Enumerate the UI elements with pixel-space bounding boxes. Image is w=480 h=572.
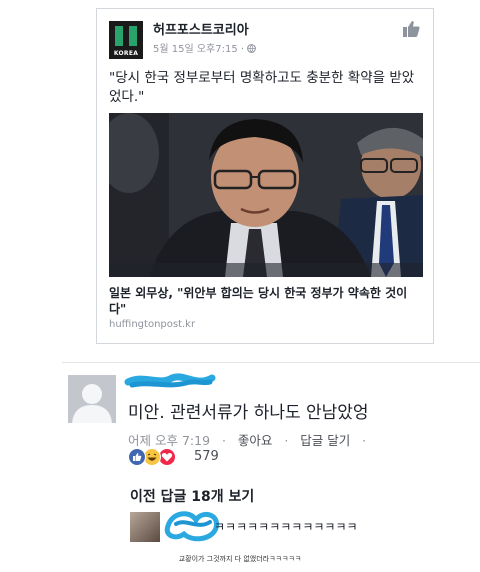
- avatar[interactable]: [68, 375, 116, 423]
- post-timestamp[interactable]: 5월 15일 오후7:15 ·: [153, 44, 247, 55]
- reaction-count: 579: [194, 449, 219, 464]
- logo-text: KOREA: [113, 50, 139, 57]
- link-title[interactable]: 일본 외무상, "위안부 합의는 당시 한국 정부가 약속한 것이다": [109, 285, 423, 317]
- redacted-name-scribble: [124, 373, 216, 388]
- post-quote: "당시 한국 정부로부터 명확하고도 충분한 확약을 받았었다.": [109, 70, 415, 105]
- reaction-summary[interactable]: 579: [128, 446, 328, 468]
- article-photo[interactable]: [109, 113, 423, 277]
- reply-avatar[interactable]: [130, 512, 160, 542]
- page-name[interactable]: 허프포스트코리아: [153, 19, 249, 38]
- globe-icon: [247, 44, 257, 53]
- reply-text: ㅋㅋㅋㅋㅋㅋㅋㅋㅋㅋㅋㅋㅋ: [214, 520, 358, 534]
- shared-post-card: KOREA 허프포스트코리아 5월 15일 오후7:15 · "당시 한국 정부…: [96, 8, 434, 344]
- thumbs-up-icon[interactable]: [401, 19, 421, 39]
- separator-dot: ·: [354, 433, 367, 448]
- view-previous-replies-link[interactable]: 이전 답글 18개 보기: [130, 486, 254, 506]
- logo-mark-icon: [115, 26, 137, 46]
- like-reaction-icon: [128, 448, 146, 466]
- default-avatar-icon: [68, 375, 116, 423]
- page-logo[interactable]: KOREA: [109, 21, 143, 59]
- image-caption: 교황이가 그것까지 다 없앴더라ㅋㅋㅋㅋㅋ: [178, 555, 302, 563]
- politician-photo-illustration: [109, 113, 423, 277]
- post-meta: 5월 15일 오후7:15 ·: [153, 40, 257, 55]
- comment-text: 미안. 관련서류가 하나도 안남았엉: [128, 403, 369, 423]
- link-domain: huffingtonpost.kr: [109, 319, 196, 330]
- divider: [62, 362, 480, 363]
